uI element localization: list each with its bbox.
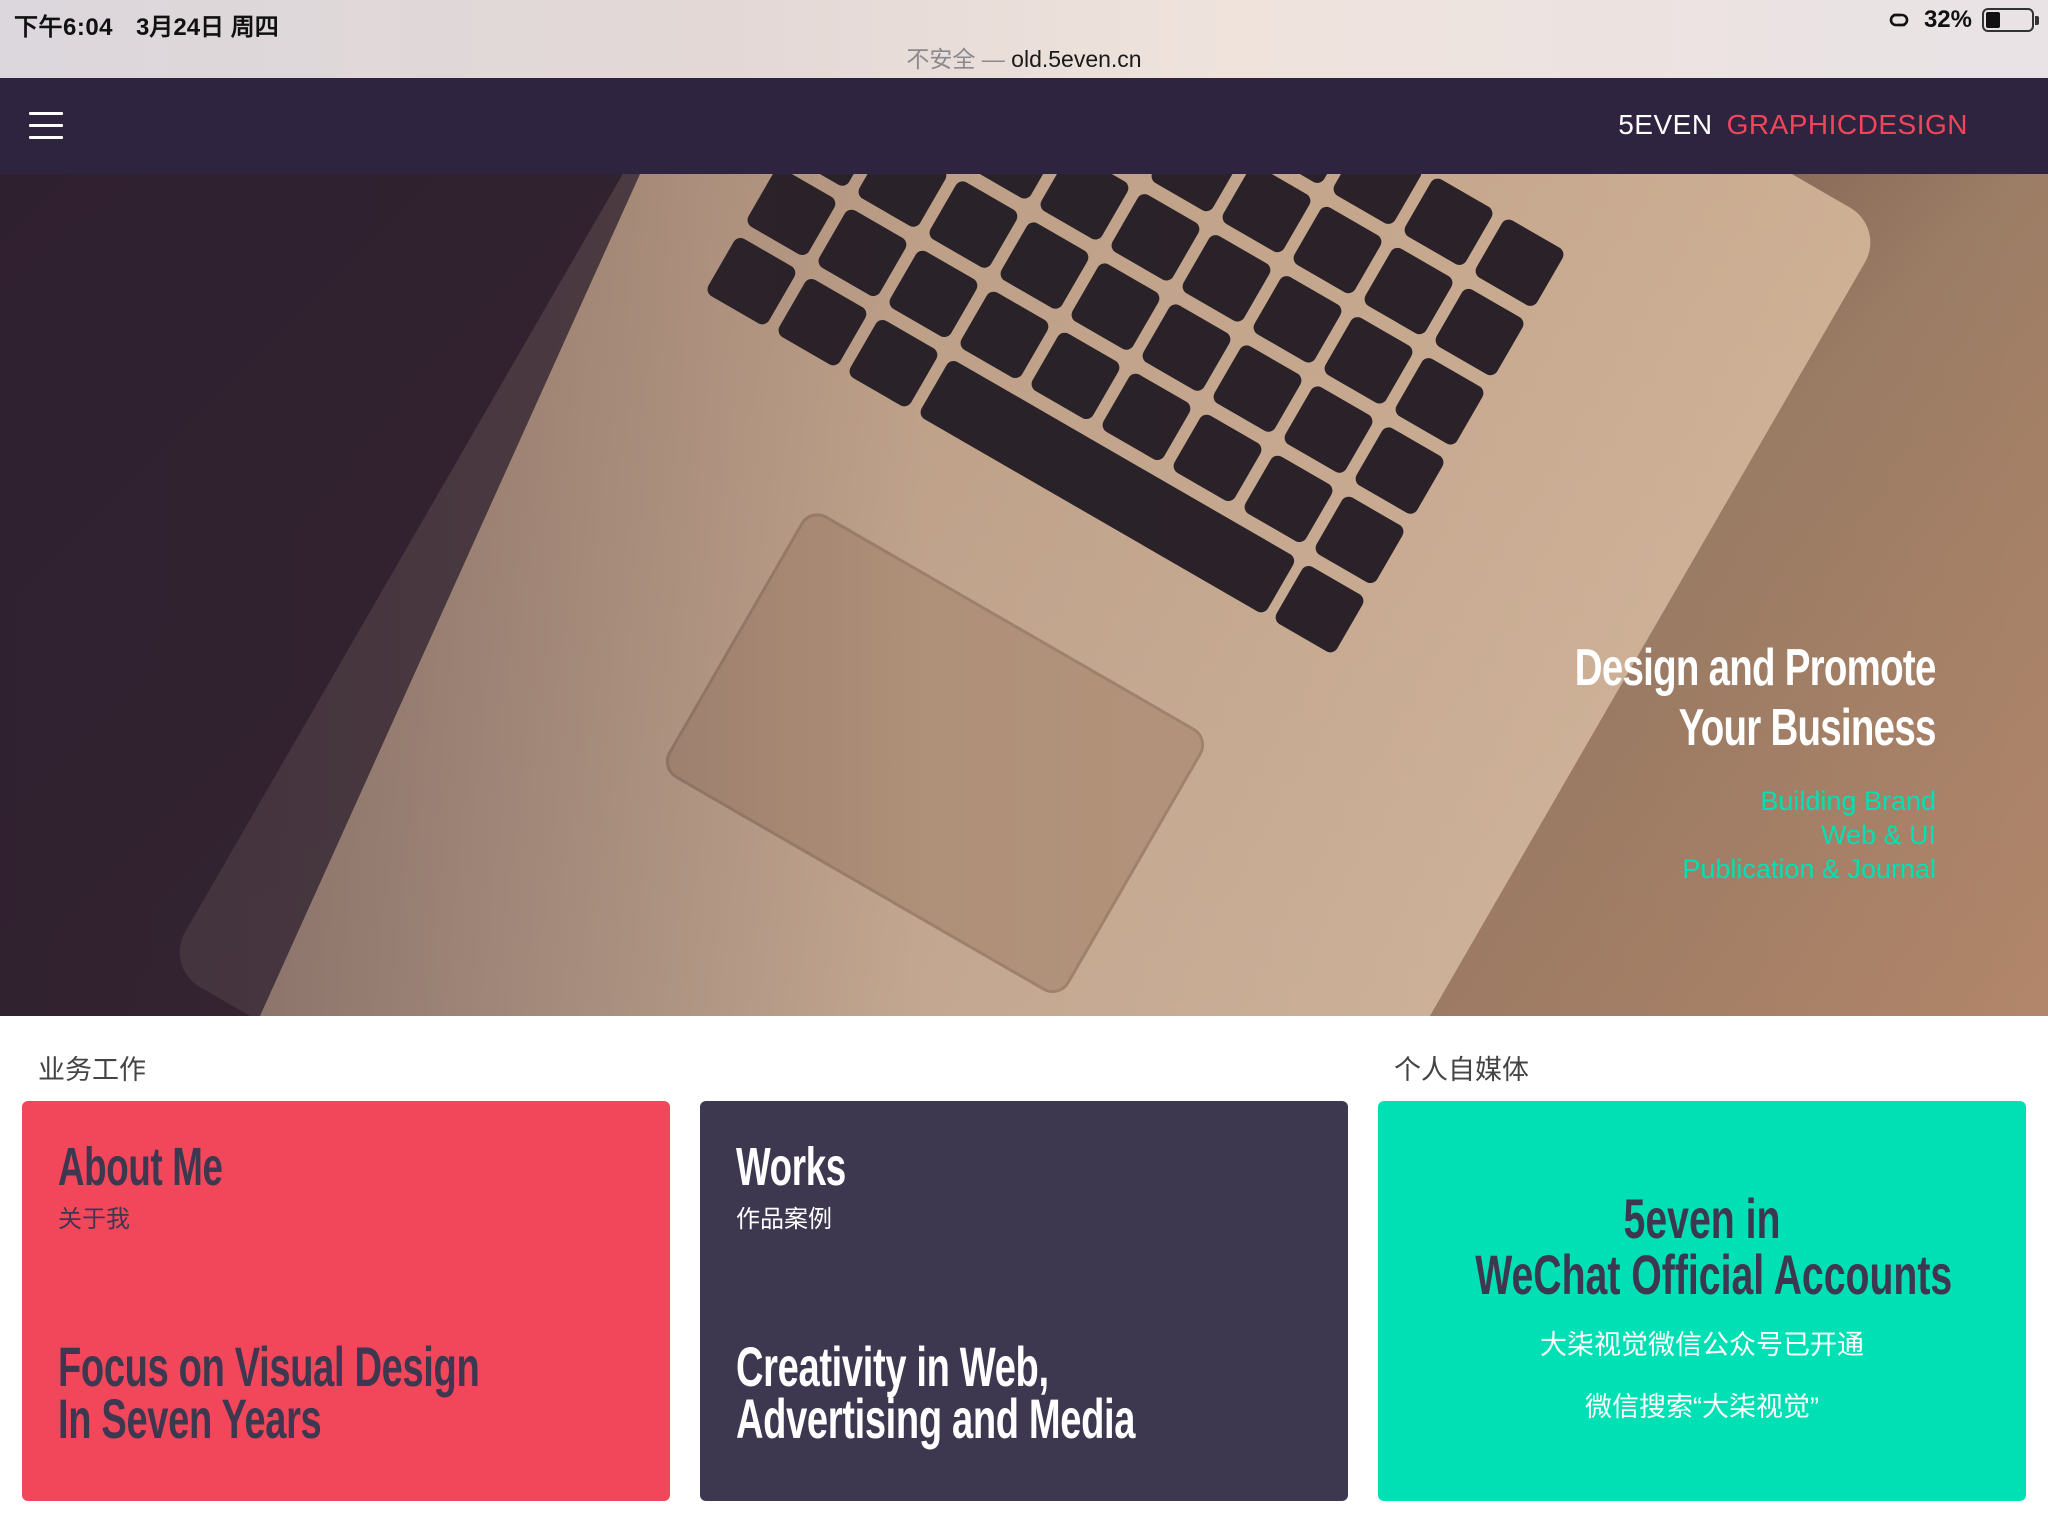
menu-icon[interactable] (29, 112, 63, 140)
hero-sub-line2: Web & UI (1820, 820, 1936, 850)
url-host: old.5even.cn (1011, 46, 1142, 72)
wechat-title: 5even in WeChat Official Accounts (1475, 1187, 1953, 1306)
card-about-me[interactable]: About Me 关于我 Focus on Visual Design In S… (22, 1101, 670, 1501)
site-header: 5EVEN GRAPHICDESIGN (0, 78, 2048, 174)
wechat-line2: 微信搜索“大柒视觉” (1585, 1392, 1819, 1422)
status-time: 下午6:04 (14, 14, 114, 41)
card-wechat[interactable]: 5even in WeChat Official Accounts 大柒视觉微信… (1378, 1101, 2026, 1501)
about-tag-line1: Focus on Visual Design (58, 1335, 480, 1398)
works-tagline: Creativity in Web, Advertising and Media (736, 1335, 1323, 1450)
works-title: Works (736, 1137, 846, 1197)
wechat-title-line1: 5even in (1623, 1187, 1781, 1250)
menu-bar-3 (29, 136, 63, 139)
address-bar[interactable]: 不安全 — old.5even.cn (0, 40, 2048, 74)
about-tagline: Focus on Visual Design In Seven Years (58, 1335, 670, 1450)
hero-subtitles: Building Brand Web & UI Publication & Jo… (1448, 784, 1936, 886)
link-icon (1889, 13, 1909, 27)
status-right: 32% (1884, 6, 2039, 34)
status-date: 3月24日 周四 (136, 14, 279, 41)
menu-bar-1 (29, 112, 63, 115)
menu-bar-2 (29, 124, 63, 127)
works-tag-line1: Creativity in Web, (736, 1335, 1049, 1398)
section-label-business: 业务工作 (38, 1055, 146, 1085)
about-cn: 关于我 (58, 1206, 130, 1233)
hero-banner: Design and Promote Your Business Buildin… (0, 174, 2048, 1016)
section-label-media: 个人自媒体 (1394, 1055, 1529, 1085)
battery-icon (1982, 8, 2039, 32)
card-works[interactable]: Works 作品案例 Creativity in Web, Advertisin… (700, 1101, 1348, 1501)
about-tag-line2: In Seven Years (58, 1387, 322, 1450)
works-tag-line2: Advertising and Media (736, 1387, 1136, 1450)
about-title: About Me (58, 1137, 223, 1197)
insecure-label: 不安全 (906, 46, 976, 72)
wechat-line1: 大柒视觉微信公众号已开通 (1540, 1330, 1864, 1360)
battery-level (1986, 12, 2001, 28)
laptop-photo (0, 174, 2048, 1016)
hero-sub-line3: Publication & Journal (1682, 854, 1936, 884)
brand-secondary: GRAPHICDESIGN (1726, 109, 1968, 140)
battery-percent: 32% (1923, 6, 1972, 33)
status-bar: 下午6:04 3月24日 周四 32% 不安全 — old.5even.cn (0, 0, 2048, 78)
url-separator: — (975, 46, 1012, 72)
hero-text: Design and Promote Your Business Buildin… (1448, 638, 1937, 886)
brand-logo[interactable]: 5EVEN GRAPHICDESIGN (1618, 109, 1968, 141)
brand-primary: 5EVEN (1618, 109, 1713, 140)
hero-sub-line1: Building Brand (1760, 786, 1936, 816)
hero-title-line2: Your Business (1679, 699, 1937, 757)
wechat-title-line2: WeChat Official Accounts (1475, 1243, 1953, 1306)
works-cn: 作品案例 (736, 1206, 832, 1233)
hero-title-line1: Design and Promote (1575, 639, 1937, 697)
